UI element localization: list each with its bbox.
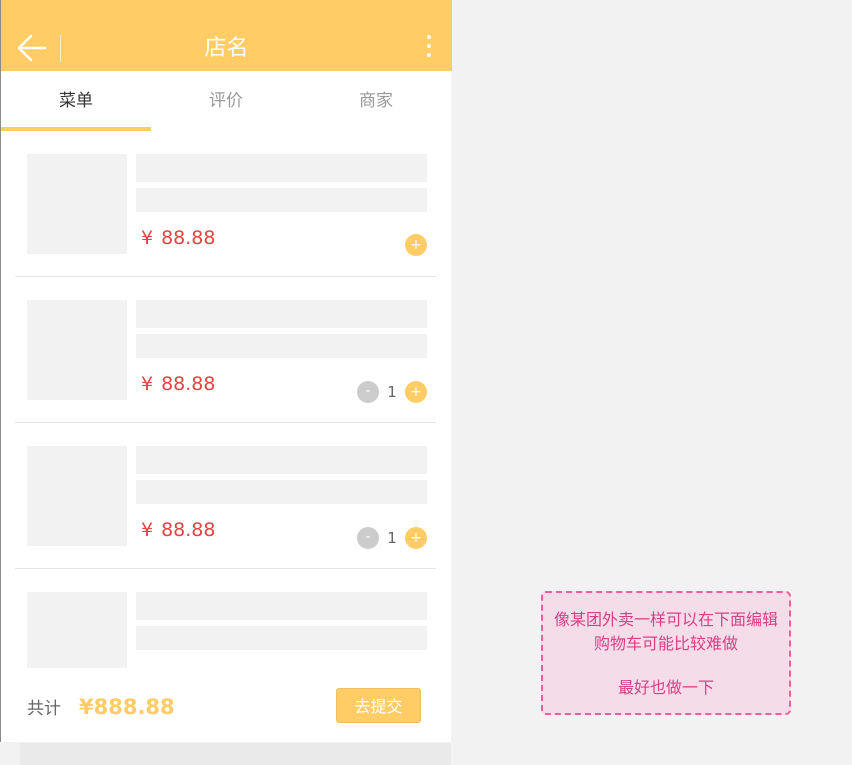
tab-reviews[interactable]: 评价 xyxy=(151,71,301,131)
item-price-value: 88.88 xyxy=(161,227,216,249)
item-title-placeholder xyxy=(136,592,427,620)
item-desc-placeholder xyxy=(136,626,427,650)
note-line: 最好也做一下 xyxy=(617,678,714,697)
item-image-placeholder xyxy=(27,300,127,400)
item-image-placeholder xyxy=(27,154,127,254)
item-price: ¥88.88 xyxy=(141,517,216,543)
menu-item: ¥88.88 + xyxy=(15,131,436,277)
app-header: 店名 xyxy=(1,0,452,71)
item-title-placeholder xyxy=(136,446,427,474)
phone-screen: 店名 菜单 评价 商家 ¥88.88 + ¥88.88 - 1 + ¥88.88… xyxy=(0,0,452,742)
item-image-placeholder xyxy=(27,446,127,546)
item-price-value: 88.88 xyxy=(161,373,216,395)
tab-menu[interactable]: 菜单 xyxy=(1,71,151,131)
item-desc-placeholder xyxy=(136,188,427,212)
bottom-strip xyxy=(20,743,451,765)
submit-order-button[interactable]: 去提交 xyxy=(336,688,421,723)
menu-item: ¥88.88 - 1 + xyxy=(15,277,436,423)
total-amount: ¥888.88 xyxy=(79,695,175,719)
note-line: 购物车可能比较难做 xyxy=(593,634,738,653)
more-vertical-icon[interactable] xyxy=(425,35,433,63)
menu-item: ¥88.88 - 1 + xyxy=(15,423,436,569)
menu-item xyxy=(15,569,436,669)
item-desc-placeholder xyxy=(136,334,427,358)
decrease-quantity-button[interactable]: - xyxy=(357,527,379,549)
increase-quantity-button[interactable]: + xyxy=(405,381,427,403)
annotation-note: 像某团外卖一样可以在下面编辑 购物车可能比较难做 最好也做一下 xyxy=(541,591,791,715)
currency-symbol: ¥ xyxy=(141,373,154,395)
item-quantity: 1 xyxy=(387,383,397,401)
item-title-placeholder xyxy=(136,154,427,182)
tab-bar: 菜单 评价 商家 xyxy=(1,71,452,131)
total-label: 共计 xyxy=(27,699,61,719)
currency-symbol: ¥ xyxy=(141,519,154,541)
item-quantity: 1 xyxy=(387,529,397,547)
currency-symbol: ¥ xyxy=(141,227,154,249)
item-desc-placeholder xyxy=(136,480,427,504)
item-price: ¥88.88 xyxy=(141,371,216,397)
item-price-value: 88.88 xyxy=(161,519,216,541)
item-image-placeholder xyxy=(27,592,127,668)
store-name-title: 店名 xyxy=(204,36,249,61)
add-to-cart-button[interactable]: + xyxy=(405,234,427,256)
note-line: 像某团外卖一样可以在下面编辑 xyxy=(553,610,778,629)
item-title-placeholder xyxy=(136,300,427,328)
cart-footer: 共计 ¥888.88 去提交 xyxy=(1,682,452,732)
decrease-quantity-button[interactable]: - xyxy=(357,381,379,403)
tab-merchant[interactable]: 商家 xyxy=(301,71,451,131)
increase-quantity-button[interactable]: + xyxy=(405,527,427,549)
item-price: ¥88.88 xyxy=(141,225,216,251)
